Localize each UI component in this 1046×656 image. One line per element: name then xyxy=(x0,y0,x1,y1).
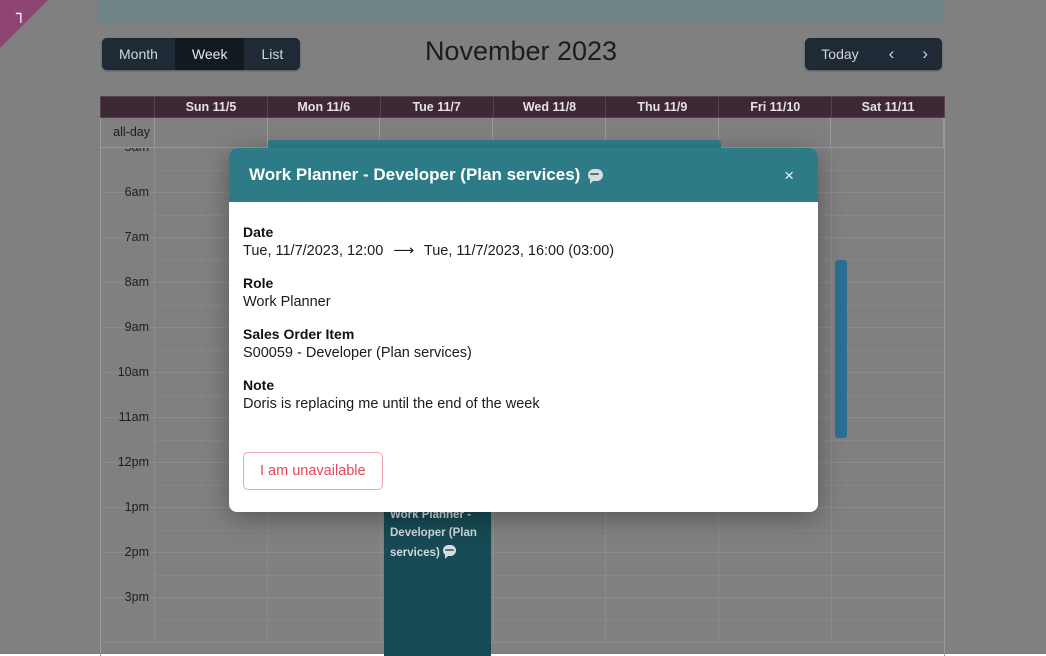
slot-fri-1pm[interactable] xyxy=(719,508,833,552)
hour-label: 8am xyxy=(124,275,149,289)
day-header-gutter xyxy=(101,97,155,117)
field-value-date: Tue, 11/7/2023, 12:00 ⟶ Tue, 11/7/2023, … xyxy=(243,243,804,259)
slot-sun-2pm[interactable] xyxy=(155,553,268,597)
slot-fri-2pm[interactable] xyxy=(719,553,833,597)
calendar-event-tuesday[interactable]: Work Planner - Developer (Plan services) xyxy=(384,503,491,656)
field-date: Date Tue, 11/7/2023, 12:00 ⟶ Tue, 11/7/2… xyxy=(243,224,804,259)
hour-row-2pm: 2pm xyxy=(101,545,944,598)
slot-wed-1pm[interactable] xyxy=(493,508,607,552)
day-header-thu[interactable]: Thu 11/9 xyxy=(606,97,720,117)
all-day-row: all-day xyxy=(100,118,945,162)
i-am-unavailable-button[interactable]: I am unavailable xyxy=(243,452,383,490)
all-day-cell-sun[interactable] xyxy=(155,118,268,147)
hour-label: 10am xyxy=(117,365,149,379)
calendar-toolbar: Month Week List November 2023 Today ‹ › xyxy=(98,30,944,85)
slot-sat-12pm[interactable] xyxy=(832,463,944,507)
field-label-sales-order-item: Sales Order Item xyxy=(243,326,355,342)
hour-label: 3pm xyxy=(124,590,149,604)
slot-sat-6am[interactable] xyxy=(832,193,944,237)
hour-label: 9am xyxy=(124,320,149,334)
slot-sat-8am[interactable] xyxy=(832,283,944,327)
slot-wed-2pm[interactable] xyxy=(493,553,607,597)
slot-sat-9am[interactable] xyxy=(832,328,944,372)
field-sales-order-item: Sales Order Item S00059 - Developer (Pla… xyxy=(243,326,804,361)
hour-label: 6am xyxy=(124,185,149,199)
today-button[interactable]: Today xyxy=(805,38,875,70)
modal-body: Date Tue, 11/7/2023, 12:00 ⟶ Tue, 11/7/2… xyxy=(229,202,818,512)
modal-title: Work Planner - Developer (Plan services) xyxy=(249,165,604,185)
corner-bracket-icon: ┐ xyxy=(16,4,26,23)
field-role: Role Work Planner xyxy=(243,275,804,310)
day-header-sun[interactable]: Sun 11/5 xyxy=(155,97,268,117)
event-title: Work Planner - Developer (Plan services) xyxy=(390,509,477,559)
slot-sat-1pm[interactable] xyxy=(832,508,944,552)
slot-mon-3pm[interactable] xyxy=(267,598,381,642)
slot-mon-1pm[interactable] xyxy=(267,508,381,552)
modal-title-text: Work Planner - Developer (Plan services) xyxy=(249,165,581,184)
slot-wed-3pm[interactable] xyxy=(493,598,607,642)
field-label-note: Note xyxy=(243,377,275,393)
date-start: Tue, 11/7/2023, 12:00 xyxy=(243,243,384,259)
slot-sat-10am[interactable] xyxy=(832,373,944,417)
field-label-role: Role xyxy=(243,275,274,291)
field-value-note: Doris is replacing me until the end of t… xyxy=(243,396,540,412)
hour-label: 7am xyxy=(124,230,149,244)
slot-sat-7am[interactable] xyxy=(832,238,944,282)
day-header-fri[interactable]: Fri 11/10 xyxy=(719,97,833,117)
day-header-tue[interactable]: Tue 11/7 xyxy=(381,97,494,117)
day-header-row: Sun 11/5 Mon 11/6 Tue 11/7 Wed 11/8 Thu … xyxy=(100,96,945,118)
slot-fri-3pm[interactable] xyxy=(719,598,833,642)
field-value-sales-order-item: S00059 - Developer (Plan services) xyxy=(243,345,472,361)
slot-mon-2pm[interactable] xyxy=(267,553,381,597)
slot-sun-3pm[interactable] xyxy=(155,598,268,642)
comment-bubble-icon xyxy=(443,545,457,559)
hour-label: 1pm xyxy=(124,500,149,514)
field-note: Note Doris is replacing me until the end… xyxy=(243,377,804,412)
slot-sun-1pm[interactable] xyxy=(155,508,268,552)
slot-sat-3pm[interactable] xyxy=(832,598,944,642)
date-navigation: Today ‹ › xyxy=(805,38,942,70)
hour-label: 2pm xyxy=(124,545,149,559)
slot-thu-1pm[interactable] xyxy=(606,508,720,552)
field-label-date: Date xyxy=(243,224,274,240)
hour-label: 11am xyxy=(118,410,149,424)
calendar-event-saturday[interactable] xyxy=(835,260,847,438)
hour-label: 12pm xyxy=(117,455,149,469)
event-detail-modal: Work Planner - Developer (Plan services)… xyxy=(229,148,818,512)
slot-thu-2pm[interactable] xyxy=(606,553,720,597)
shift-range-banner: Shifts from Sun. 11/5/23, 12:00 AM to Sa… xyxy=(98,0,944,24)
day-header-wed[interactable]: Wed 11/8 xyxy=(494,97,607,117)
slot-thu-3pm[interactable] xyxy=(606,598,720,642)
hour-row-1pm: 1pm xyxy=(101,500,944,553)
slot-sat-11am[interactable] xyxy=(832,418,944,462)
slot-sat-2pm[interactable] xyxy=(832,553,944,597)
all-day-cell-fri[interactable] xyxy=(719,118,832,147)
slot-sat-5am[interactable] xyxy=(832,148,944,192)
chevron-left-icon[interactable]: ‹ xyxy=(874,38,909,70)
modal-header: Work Planner - Developer (Plan services)… xyxy=(229,148,818,202)
day-header-mon[interactable]: Mon 11/6 xyxy=(268,97,381,117)
arrow-right-icon: ⟶ xyxy=(393,243,415,259)
hour-row-3pm: 3pm xyxy=(101,590,944,643)
hour-label-gutter: 3pm xyxy=(101,590,155,642)
close-icon[interactable]: × xyxy=(780,167,798,184)
all-day-label: all-day xyxy=(101,118,155,147)
chevron-right-icon[interactable]: › xyxy=(908,38,942,70)
all-day-cell-sat[interactable] xyxy=(831,118,945,147)
day-header-sat[interactable]: Sat 11/11 xyxy=(832,97,944,117)
comment-bubble-icon xyxy=(588,169,604,184)
field-value-role: Work Planner xyxy=(243,294,331,310)
hour-label: 5am xyxy=(125,148,149,154)
date-end: Tue, 11/7/2023, 16:00 (03:00) xyxy=(423,243,615,259)
